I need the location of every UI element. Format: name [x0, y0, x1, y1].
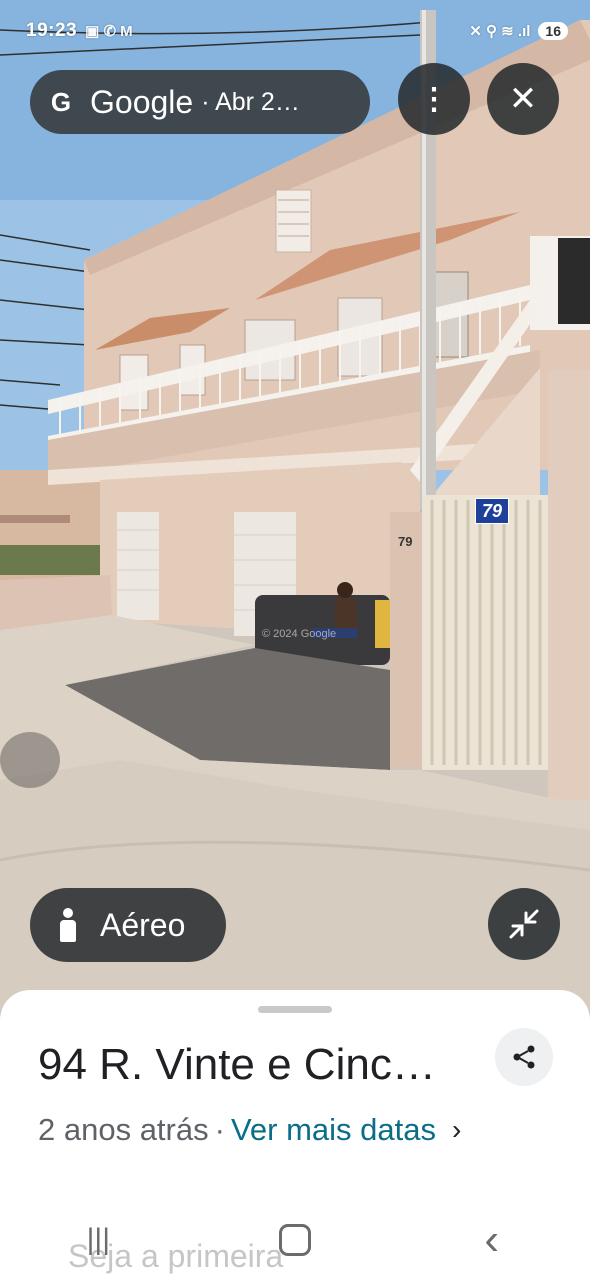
notification-icons: ▣ ✆ M [85, 23, 133, 40]
share-icon [513, 1045, 535, 1069]
gate-number-plate: 79 [475, 498, 509, 524]
google-g-icon: G [50, 86, 72, 117]
image-age: 2 anos atrás [38, 1112, 209, 1147]
pillar-number: 79 [398, 534, 413, 549]
close-icon: ✕ [508, 80, 538, 118]
gate-pillar [390, 512, 426, 767]
pill-brand: Google [90, 83, 194, 120]
drag-handle[interactable] [258, 1006, 332, 1013]
share-button[interactable] [495, 1028, 553, 1086]
close-button[interactable]: ✕ [487, 63, 559, 135]
home-button[interactable] [255, 1210, 335, 1270]
back-icon: ‹ [484, 1215, 499, 1264]
status-time: 19:23 [26, 20, 78, 41]
collapse-icon [509, 909, 539, 939]
separator: · [214, 1112, 225, 1147]
roll-door-1 [117, 512, 159, 620]
chevron-right-icon[interactable]: › [452, 1114, 461, 1146]
home-icon [278, 1224, 311, 1256]
system-nav-bar: ||| ‹ [0, 1200, 590, 1280]
status-bar: 19:23 ▣ ✆ M ✕ ⚲ ≋ .ıl 16 [26, 14, 568, 48]
more-options-button[interactable]: ⋮ [398, 63, 470, 135]
bottom-sheet[interactable]: 94 R. Vinte e Cinc… 2 anos atrás · Ver m… [0, 990, 590, 1280]
battery-icon: 16 [538, 22, 568, 40]
more-dates-link[interactable]: Ver mais datas [231, 1112, 436, 1148]
aerial-view-button[interactable]: Aéreo [30, 888, 226, 962]
person-icon [58, 908, 78, 942]
street-view-image[interactable]: 79 79 © 2024 Google [0, 0, 590, 1010]
recents-icon: ||| [86, 1223, 111, 1256]
capture-date: · Abr 2… [201, 87, 300, 116]
address-title: 94 R. Vinte e Cinc… [38, 1040, 436, 1089]
collapse-button[interactable] [488, 888, 560, 960]
date-info: 2 anos atrás · Ver mais datas › [38, 1112, 461, 1148]
google-watermark: © 2024 Google [262, 628, 337, 640]
status-right: ✕ ⚲ ≋ .ıl 16 [469, 22, 568, 40]
more-vert-icon: ⋮ [419, 82, 449, 116]
aerial-label: Aéreo [100, 906, 186, 943]
recents-button[interactable]: ||| [58, 1210, 138, 1270]
google-attribution-pill[interactable]: G Google · Abr 2… [30, 70, 370, 134]
signal-icons: ✕ ⚲ ≋ .ıl [469, 23, 531, 40]
back-button[interactable]: ‹ [452, 1210, 532, 1270]
